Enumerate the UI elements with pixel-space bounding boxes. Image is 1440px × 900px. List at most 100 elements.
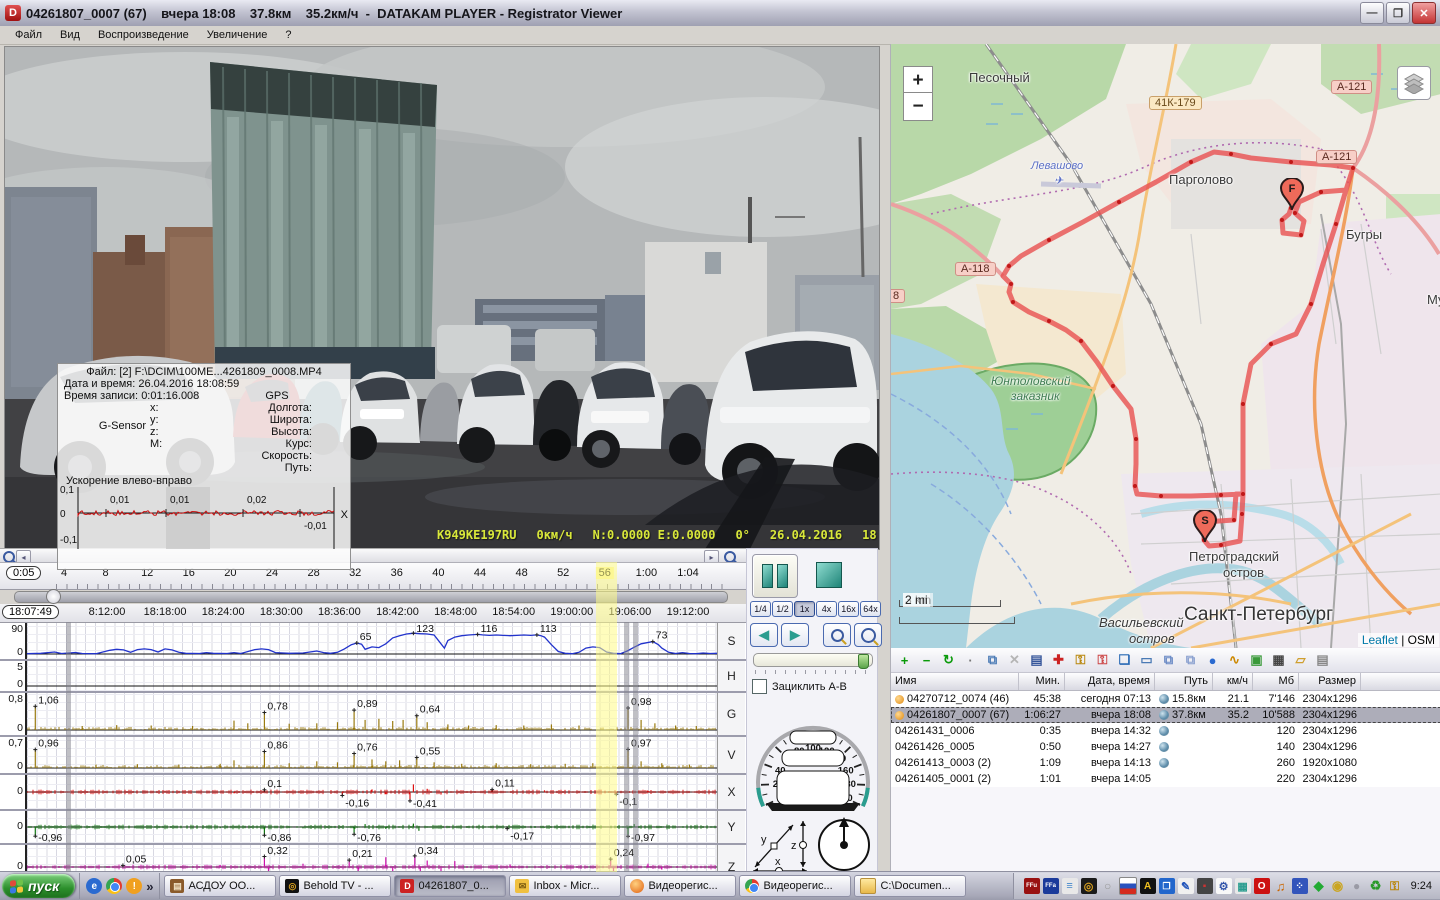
- day-time-ruler[interactable]: 18:07:498:12:0018:18:0018:24:0018:30:001…: [0, 604, 746, 623]
- sensor-track-V[interactable]: 0,7 0 0,960,860,760,550,97 V: [0, 735, 746, 773]
- loop-ab-checkbox[interactable]: [752, 679, 767, 694]
- sensor-track-G[interactable]: 0,8 0 1,060,780,890,640,98 G: [0, 691, 746, 735]
- speed-1/4-button[interactable]: 1/4: [750, 601, 771, 617]
- chart-export-icon[interactable]: ∿: [1224, 652, 1245, 669]
- close-button[interactable]: ✕: [1412, 2, 1436, 24]
- behold-icon[interactable]: ◎: [1081, 878, 1097, 894]
- table-row[interactable]: 04261431_0006 0:35 вчера 14:32 120 2304x…: [891, 723, 1440, 739]
- route-marker-F[interactable]: F: [1280, 178, 1304, 215]
- menu-item[interactable]: Файл: [6, 28, 51, 42]
- sensor-track-X[interactable]: 0 0,1-0,16-0,410,11-0,1 X: [0, 773, 746, 809]
- table-row[interactable]: 04270712_0074 (46) 45:38 сегодня 07:13 1…: [891, 691, 1440, 707]
- wrench-icon[interactable]: ⚙: [1216, 878, 1232, 894]
- key-remove-icon[interactable]: ⚿: [1092, 652, 1113, 669]
- map-layers-button[interactable]: [1397, 66, 1431, 100]
- add-icon[interactable]: +: [894, 652, 915, 669]
- lang-ru-icon[interactable]: [1119, 877, 1137, 895]
- route-marker-S[interactable]: S: [1193, 510, 1217, 547]
- save-icon[interactable]: ▤: [1026, 652, 1047, 669]
- map-zoom-in-button[interactable]: +: [903, 66, 933, 95]
- task-chrome[interactable]: Видеорегис...: [739, 875, 851, 897]
- sensor-track-Y[interactable]: 0 -0,96-0,86-0,76-0,17-0,97 Y: [0, 809, 746, 843]
- minimize-button[interactable]: —: [1360, 2, 1384, 24]
- next-file-button[interactable]: ▶: [781, 623, 809, 647]
- speed-1x-button[interactable]: 1x: [794, 601, 815, 617]
- sensor-track-S[interactable]: 90 0 6512311611373 S: [0, 622, 746, 659]
- recycle-icon[interactable]: ♻: [1368, 878, 1384, 894]
- speaker-icon[interactable]: ♫: [1273, 878, 1289, 894]
- report-icon[interactable]: ▤: [1312, 652, 1333, 669]
- task-inbox[interactable]: ✉Inbox - Micr...: [509, 875, 621, 897]
- stop-button[interactable]: [809, 557, 849, 593]
- task-firefox[interactable]: Видеорегис...: [624, 875, 736, 897]
- start-button[interactable]: пуск: [2, 874, 75, 898]
- sensor-charts[interactable]: 90 0 6512311611373 S 5 0 H 0,8 0 1,060,7…: [0, 622, 746, 872]
- pencil-icon[interactable]: ✎: [1178, 878, 1194, 894]
- seek-slider-handle[interactable]: [46, 589, 61, 604]
- more-icon[interactable]: ·: [960, 652, 981, 669]
- column-Мин.[interactable]: Мин.: [1019, 673, 1065, 690]
- restore-button[interactable]: ❐: [1386, 2, 1410, 24]
- opera-icon[interactable]: O: [1254, 878, 1270, 894]
- book-icon[interactable]: ⁘: [1292, 878, 1308, 894]
- map-zoom-out-button[interactable]: −: [903, 92, 933, 121]
- sphere-icon[interactable]: ●: [1349, 878, 1365, 894]
- image-export-icon[interactable]: ▣: [1246, 652, 1267, 669]
- remove-icon[interactable]: −: [916, 652, 937, 669]
- messenger-icon[interactable]: e: [86, 878, 102, 894]
- table-row[interactable]: 04261413_0003 (2) 1:09 вчера 14:13 260 1…: [891, 755, 1440, 771]
- copy-all-icon[interactable]: ⧉: [1180, 652, 1201, 669]
- key-icon[interactable]: ⚿: [1387, 878, 1403, 894]
- video-export-icon[interactable]: ▦: [1268, 652, 1289, 669]
- pause-button[interactable]: [752, 554, 798, 598]
- chart-zoom-in-button[interactable]: [854, 623, 882, 647]
- display-icon[interactable]: ▦: [1235, 878, 1251, 894]
- map[interactable]: + − ПесочныйЛевашово✈ПарголовоБугрыМуЮнт…: [890, 44, 1440, 648]
- task-explorer[interactable]: C:\Documen...: [854, 875, 966, 897]
- chrome-icon[interactable]: [106, 878, 122, 894]
- chart-zoom-out-button[interactable]: [823, 623, 851, 647]
- tasklist-icon[interactable]: ≡: [1062, 878, 1078, 894]
- sensor-track-H[interactable]: 5 0 H: [0, 659, 746, 691]
- copy-frames-icon[interactable]: ⧉: [1158, 652, 1179, 669]
- antivirus-icon[interactable]: !: [126, 878, 142, 894]
- table-header[interactable]: ИмяМин.Дата, времяПутькм/чМбРазмер: [891, 673, 1440, 691]
- quick-launch-more[interactable]: »: [146, 879, 153, 894]
- letter-a-icon[interactable]: A: [1140, 878, 1156, 894]
- column-Дата, время[interactable]: Дата, время: [1065, 673, 1155, 690]
- table-row[interactable]: 04261405_0001 (2) 1:01 вчера 14:05 220 2…: [891, 771, 1440, 787]
- map-attribution[interactable]: Leaflet | OSM: [1358, 633, 1439, 647]
- window-icon[interactable]: ❐: [1159, 878, 1175, 894]
- speed-16x-button[interactable]: 16x: [838, 601, 859, 617]
- update-icon[interactable]: ○: [1100, 878, 1116, 894]
- badge-icon[interactable]: ◉: [1330, 878, 1346, 894]
- delete-icon[interactable]: ✕: [1004, 652, 1025, 669]
- volume-slider[interactable]: [753, 653, 873, 667]
- table-row[interactable]: 04261426_0005 0:50 вчера 14:27 140 2304x…: [891, 739, 1440, 755]
- menu-item[interactable]: Воспроизведение: [89, 28, 198, 42]
- diamond-icon[interactable]: ◆: [1311, 878, 1327, 894]
- prev-file-button[interactable]: ◀: [750, 623, 778, 647]
- refresh-icon[interactable]: ↻: [938, 652, 959, 669]
- select-region-icon[interactable]: ▭: [1136, 652, 1157, 669]
- column-Путь[interactable]: Путь: [1155, 673, 1213, 690]
- new-file-icon[interactable]: ❏: [1114, 652, 1135, 669]
- seek-slider-track[interactable]: [14, 591, 728, 603]
- ffa-icon[interactable]: FFa: [1043, 878, 1059, 894]
- column-км/ч[interactable]: км/ч: [1213, 673, 1253, 690]
- speed-1/2-button[interactable]: 1/2: [772, 601, 793, 617]
- key-icon[interactable]: ⚿: [1070, 652, 1091, 669]
- column-Размер[interactable]: Размер: [1299, 673, 1361, 690]
- google-earth-icon[interactable]: ●: [1202, 652, 1223, 669]
- table-row[interactable]: 04261807_0007 (67) 1:06:27 вчера 18:08 3…: [891, 707, 1440, 723]
- task-datakam-player[interactable]: D04261807_0...: [394, 875, 506, 897]
- camera-icon[interactable]: ▪: [1197, 878, 1213, 894]
- task-asdou[interactable]: ▤АСДОУ ОО...: [164, 875, 276, 897]
- column-Мб[interactable]: Мб: [1253, 673, 1299, 690]
- column-Имя[interactable]: Имя: [891, 673, 1019, 690]
- menu-item[interactable]: Вид: [51, 28, 89, 42]
- copy-icon[interactable]: ⧉: [982, 652, 1003, 669]
- speed-64x-button[interactable]: 64x: [860, 601, 881, 617]
- folder-icon[interactable]: ▱: [1290, 652, 1311, 669]
- menu-item[interactable]: Увеличение: [198, 28, 277, 42]
